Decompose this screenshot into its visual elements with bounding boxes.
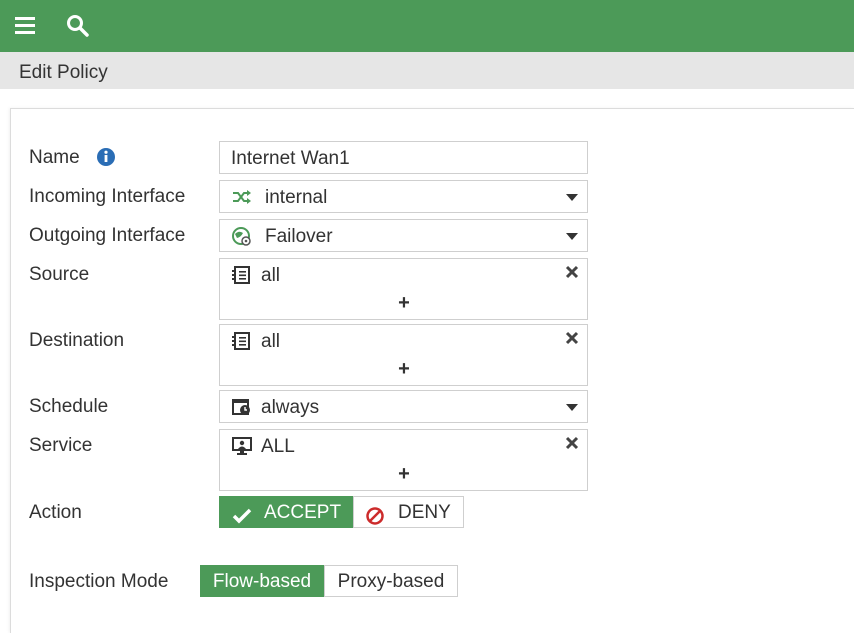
- source-label: Source: [29, 264, 90, 285]
- chevron-down-icon: [566, 194, 578, 201]
- schedule-icon: [231, 397, 253, 417]
- service-icon: [231, 436, 253, 456]
- incoming-interface-value: internal: [265, 187, 328, 208]
- outgoing-interface-value: Failover: [265, 226, 333, 247]
- destination-label: Destination: [29, 330, 125, 351]
- destination-field[interactable]: all +: [219, 324, 588, 386]
- inspection-mode-label: Inspection Mode: [29, 571, 169, 592]
- service-label: Service: [29, 435, 93, 456]
- deny-label: DENY: [398, 502, 451, 523]
- name-label: Name: [29, 147, 80, 168]
- close-icon[interactable]: [565, 331, 579, 345]
- deny-icon: [366, 504, 386, 525]
- outgoing-interface-select[interactable]: Failover: [219, 219, 588, 252]
- page-title: Edit Policy: [19, 62, 108, 83]
- accept-button[interactable]: ACCEPT: [219, 496, 353, 528]
- address-icon: [231, 265, 253, 285]
- name-value: Internet Wan1: [231, 148, 350, 169]
- close-icon[interactable]: [565, 265, 579, 279]
- service-value: ALL: [261, 436, 295, 457]
- hamburger-menu-icon[interactable]: [13, 13, 39, 39]
- checkmark-icon: [232, 504, 252, 524]
- schedule-select[interactable]: always: [219, 390, 588, 423]
- add-destination-button[interactable]: +: [396, 357, 412, 381]
- page-title-bar: Edit Policy: [0, 52, 854, 89]
- accept-label: ACCEPT: [264, 502, 342, 523]
- flow-based-button[interactable]: Flow-based: [200, 565, 324, 597]
- incoming-interface-label: Incoming Interface: [29, 186, 186, 207]
- service-field[interactable]: ALL +: [219, 429, 588, 491]
- schedule-value: always: [261, 397, 320, 418]
- incoming-interface-select[interactable]: internal: [219, 180, 588, 213]
- shuffle-icon: [231, 187, 253, 207]
- source-value: all: [261, 265, 281, 286]
- destination-value: all: [261, 331, 281, 352]
- proxy-based-button[interactable]: Proxy-based: [324, 565, 458, 597]
- name-input[interactable]: Internet Wan1: [219, 141, 588, 174]
- action-label: Action: [29, 502, 82, 523]
- address-icon: [231, 331, 253, 351]
- top-navigation-bar: [0, 0, 854, 52]
- add-source-button[interactable]: +: [396, 291, 412, 315]
- schedule-label: Schedule: [29, 396, 109, 417]
- close-icon[interactable]: [565, 436, 579, 450]
- source-field[interactable]: all +: [219, 258, 588, 320]
- deny-button[interactable]: DENY: [353, 496, 464, 528]
- info-icon[interactable]: [96, 147, 116, 167]
- search-icon[interactable]: [65, 13, 91, 39]
- sdwan-icon: [231, 226, 253, 246]
- outgoing-interface-label: Outgoing Interface: [29, 225, 186, 246]
- chevron-down-icon: [566, 233, 578, 240]
- add-service-button[interactable]: +: [396, 462, 412, 486]
- chevron-down-icon: [566, 404, 578, 411]
